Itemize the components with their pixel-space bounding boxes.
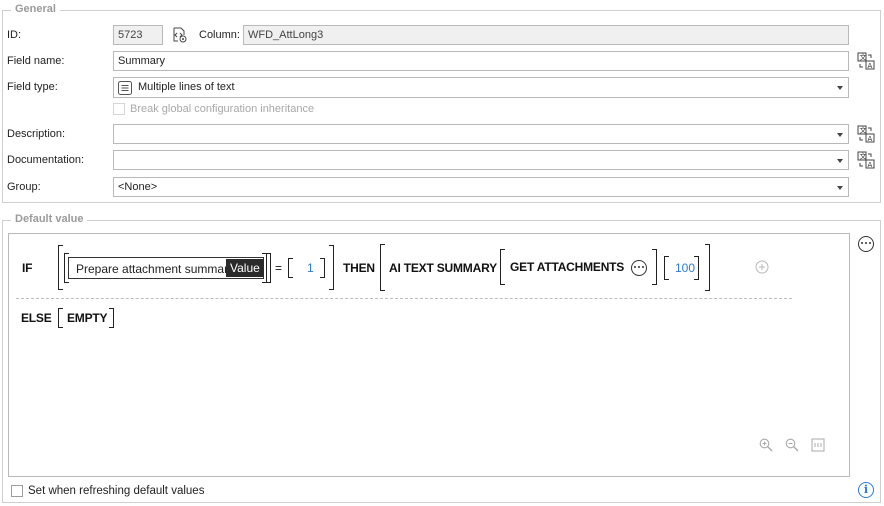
bracket-close	[652, 249, 657, 285]
else-keyword: ELSE	[21, 311, 52, 325]
bracket-open	[500, 249, 505, 285]
chevron-down-icon	[837, 186, 843, 190]
column-field: WFD_AttLong3	[243, 25, 849, 45]
group-select[interactable]: <None>	[113, 177, 849, 197]
bracket-open	[58, 245, 63, 290]
bracket-open	[664, 256, 669, 280]
svg-text:A: A	[868, 161, 873, 169]
field-name-input[interactable]: Summary	[113, 51, 849, 71]
description-label: Description:	[7, 128, 66, 140]
svg-text:文: 文	[860, 126, 867, 135]
svg-text:A: A	[868, 135, 873, 143]
translate-icon[interactable]: 文 A	[857, 125, 875, 143]
inherit-checkbox[interactable]	[113, 103, 125, 115]
ellipsis-icon	[634, 266, 645, 269]
code-settings-icon[interactable]	[170, 26, 188, 44]
condition-field-chip[interactable]: Prepare attachment summary Value	[68, 257, 264, 279]
bracket-close	[266, 253, 271, 283]
field-type-value: Multiple lines of text	[138, 81, 235, 93]
id-label: ID:	[7, 29, 22, 41]
condition-field-label: Prepare attachment summary	[76, 262, 235, 276]
refresh-checkbox[interactable]	[11, 485, 23, 497]
column-label: Column:	[199, 29, 240, 41]
general-legend: General	[11, 3, 60, 15]
chevron-down-icon	[837, 133, 843, 137]
fit-icon[interactable]	[811, 438, 825, 452]
function-name[interactable]: AI TEXT SUMMARY	[389, 261, 497, 275]
lines-icon	[118, 81, 132, 95]
chevron-down-icon	[837, 86, 843, 90]
refresh-label: Set when refreshing default values	[28, 485, 205, 497]
bracket-close	[329, 245, 334, 290]
zoom-in-icon[interactable]	[759, 438, 773, 452]
default-value-legend: Default value	[11, 213, 88, 225]
more-options-icon[interactable]	[631, 260, 647, 276]
then-keyword: THEN	[343, 261, 375, 275]
else-value[interactable]: EMPTY	[67, 311, 108, 325]
ellipsis-icon	[861, 242, 872, 245]
translate-icon[interactable]: 文 A	[857, 151, 875, 169]
group-label: Group:	[7, 181, 41, 193]
separator	[16, 298, 792, 299]
bracket-close	[109, 308, 114, 328]
if-keyword: IF	[22, 261, 33, 275]
value-tag: Value	[226, 259, 264, 277]
field-type-label: Field type:	[7, 81, 58, 93]
svg-text:A: A	[868, 62, 873, 70]
description-select[interactable]	[113, 124, 849, 144]
bracket-open	[288, 258, 293, 278]
chevron-down-icon	[837, 159, 843, 163]
editor-more-icon[interactable]	[858, 236, 874, 252]
documentation-label: Documentation:	[7, 154, 85, 166]
field-type-select[interactable]: Multiple lines of text	[113, 77, 849, 98]
translate-icon[interactable]: 文 A	[857, 52, 875, 70]
nested-function-name[interactable]: GET ATTACHMENTS	[510, 260, 624, 274]
group-value: <None>	[118, 181, 158, 193]
documentation-select[interactable]	[113, 150, 849, 170]
zoom-out-icon[interactable]	[785, 438, 799, 452]
bracket-close	[320, 258, 325, 278]
plus-circle-icon[interactable]	[755, 260, 769, 274]
inherit-label: Break global configuration inheritance	[130, 103, 315, 115]
svg-text:文: 文	[860, 152, 867, 161]
condition-value[interactable]: 1	[307, 261, 314, 275]
bracket-open	[380, 244, 385, 291]
info-icon[interactable]: i	[858, 482, 874, 498]
bracket-close	[694, 256, 699, 280]
operator: =	[275, 261, 282, 275]
field-name-label: Field name:	[7, 55, 65, 67]
id-field: 5723	[113, 25, 163, 45]
svg-text:文: 文	[860, 53, 867, 62]
bracket-close	[705, 244, 710, 291]
bracket-open	[58, 308, 63, 328]
limit-value[interactable]: 100	[675, 261, 695, 275]
